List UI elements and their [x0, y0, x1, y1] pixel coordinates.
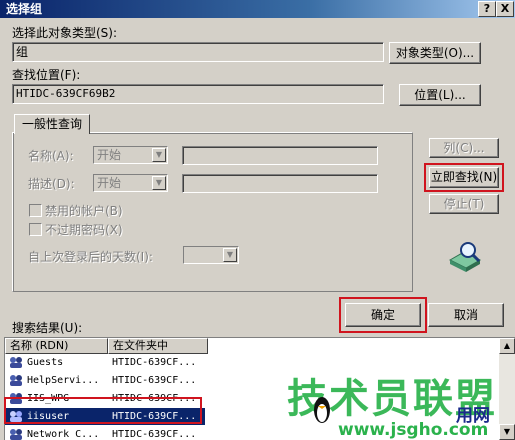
days-since-logon-label: 自上次登录后的天数(I):: [28, 250, 153, 264]
name-label: 名称(A):: [28, 149, 74, 163]
group-icon: [10, 357, 22, 368]
description-label: 描述(D):: [28, 177, 75, 191]
cancel-button[interactable]: 取消: [428, 303, 504, 327]
nonexpiring-password-checkbox[interactable]: [29, 223, 42, 236]
disabled-accounts-label: 禁用的帐户(B): [45, 204, 123, 218]
find-now-highlight: [424, 163, 504, 192]
name-mode-select[interactable]: 开始 ▼: [93, 146, 168, 164]
tab-general-queries[interactable]: 一般性查询: [14, 114, 90, 134]
columns-button[interactable]: 列(C)...: [429, 138, 499, 158]
close-button[interactable]: X: [496, 1, 514, 17]
location-field: HTIDC-639CF69B2: [12, 84, 384, 104]
chevron-down-icon: ▼: [152, 176, 166, 190]
chevron-down-icon: ▼: [152, 148, 166, 162]
group-icon: [10, 429, 22, 440]
description-mode-value: 开始: [97, 176, 122, 190]
column-header-folder[interactable]: 在文件夹中: [108, 338, 208, 354]
name-mode-value: 开始: [97, 148, 122, 162]
location-label: 查找位置(F):: [12, 68, 81, 82]
locations-button[interactable]: 位置(L)...: [399, 84, 481, 106]
vertical-scrollbar[interactable]: ▲ ▼: [499, 338, 515, 440]
scroll-up-icon[interactable]: ▲: [499, 338, 515, 354]
group-icon: [10, 375, 22, 386]
chevron-down-icon: ▼: [223, 248, 237, 262]
column-header-name[interactable]: 名称 (RDN): [5, 338, 108, 354]
stop-button[interactable]: 停止(T): [429, 194, 499, 214]
description-input[interactable]: [182, 174, 378, 193]
description-mode-select[interactable]: 开始 ▼: [93, 174, 168, 192]
window-title: 选择组: [6, 2, 43, 16]
object-type-field: 组: [12, 42, 384, 62]
search-icon: [446, 238, 486, 274]
watermark-url: www.jsgho.com: [338, 420, 489, 440]
search-results-label: 搜索结果(U):: [12, 321, 83, 335]
days-since-logon-select[interactable]: ▼: [183, 246, 239, 264]
penguin-icon: [312, 394, 332, 424]
help-button[interactable]: ?: [478, 1, 496, 17]
selected-row-highlight: [4, 397, 202, 424]
scroll-down-icon[interactable]: ▼: [499, 424, 515, 440]
object-type-label: 选择此对象类型(S):: [12, 26, 118, 40]
ok-highlight: [339, 297, 427, 333]
nonexpiring-password-label: 不过期密码(X): [45, 223, 123, 237]
object-types-button[interactable]: 对象类型(O)...: [389, 42, 481, 64]
title-bar[interactable]: 选择组 ? X: [0, 0, 515, 18]
disabled-accounts-checkbox[interactable]: [29, 204, 42, 217]
name-input[interactable]: [182, 146, 378, 165]
